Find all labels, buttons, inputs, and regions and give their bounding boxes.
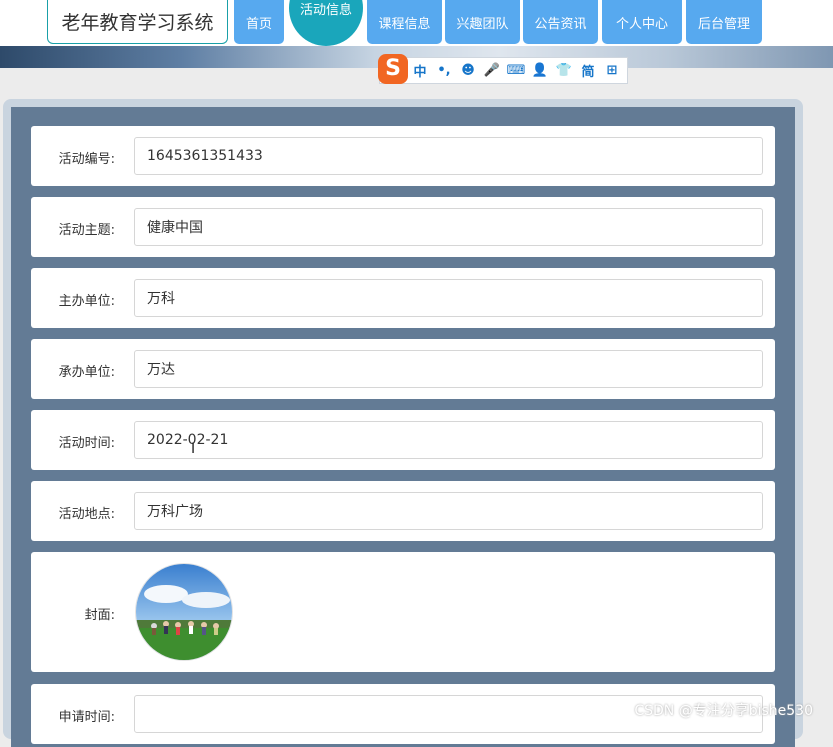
activity-id-input[interactable]: 1645361351433 — [134, 137, 763, 175]
field-label: 申请时间: — [58, 710, 115, 725]
ime-punctuation-icon[interactable]: •, — [432, 63, 456, 78]
ime-keyboard-icon[interactable]: ⌨ — [504, 63, 528, 78]
form-row-cover: 封面: — [31, 552, 775, 672]
form-row-activity-time: 活动时间: 2022-02-21 — [31, 410, 775, 470]
nav-announcements[interactable]: 公告资讯 — [523, 0, 598, 44]
ime-toolbar[interactable]: S 中 •, ☻ 🎤 ⌨ 👤 👕 简 ⊞ — [378, 53, 628, 84]
form-row-activity-id: 活动编号: 1645361351433 — [31, 126, 775, 186]
field-label: 活动时间: — [58, 436, 115, 451]
ime-simplified-mode[interactable]: 简 — [576, 61, 600, 80]
cover-image[interactable] — [135, 563, 233, 661]
form-row-co-organizer: 承办单位: 万达 — [31, 339, 775, 399]
nav-interest-team[interactable]: 兴趣团队 — [445, 0, 520, 44]
ime-user-icon[interactable]: 👤 — [528, 63, 552, 78]
activity-theme-input[interactable]: 健康中国 — [134, 208, 763, 246]
watermark: CSDN @专注分享bishe530 — [634, 703, 813, 719]
field-label: 活动地点: — [58, 507, 115, 522]
ime-skin-icon[interactable]: 👕 — [552, 63, 576, 78]
field-label: 承办单位: — [58, 365, 115, 380]
nav-home[interactable]: 首页 — [234, 0, 284, 44]
ime-voice-icon[interactable]: 🎤 — [480, 63, 504, 78]
text-cursor-icon: I — [191, 441, 196, 457]
field-label: 主办单位: — [58, 294, 115, 309]
form-row-activity-location: 活动地点: 万科广场 — [31, 481, 775, 541]
form-row-organizer: 主办单位: 万科 — [31, 268, 775, 328]
activity-location-input[interactable]: 万科广场 — [134, 492, 763, 530]
nav-personal-center[interactable]: 个人中心 — [602, 0, 682, 44]
field-label: 活动主题: — [58, 223, 115, 238]
ime-tools-icon[interactable]: ⊞ — [600, 63, 624, 78]
ime-emoji-icon[interactable]: ☻ — [456, 63, 480, 78]
nav-admin[interactable]: 后台管理 — [686, 0, 762, 44]
ime-chinese-mode[interactable]: 中 — [408, 61, 432, 80]
organizer-input[interactable]: 万科 — [134, 279, 763, 317]
sogou-logo-icon[interactable]: S — [378, 53, 408, 84]
field-label: 活动编号: — [58, 152, 115, 167]
form-row-activity-theme: 活动主题: 健康中国 — [31, 197, 775, 257]
cover-photo-icon — [136, 564, 232, 660]
field-label: 封面: — [84, 608, 115, 623]
site-title[interactable]: 老年教育学习系统 — [47, 0, 228, 44]
activity-time-input[interactable]: 2022-02-21 — [134, 421, 763, 459]
co-organizer-input[interactable]: 万达 — [134, 350, 763, 388]
nav-course-info[interactable]: 课程信息 — [367, 0, 442, 44]
